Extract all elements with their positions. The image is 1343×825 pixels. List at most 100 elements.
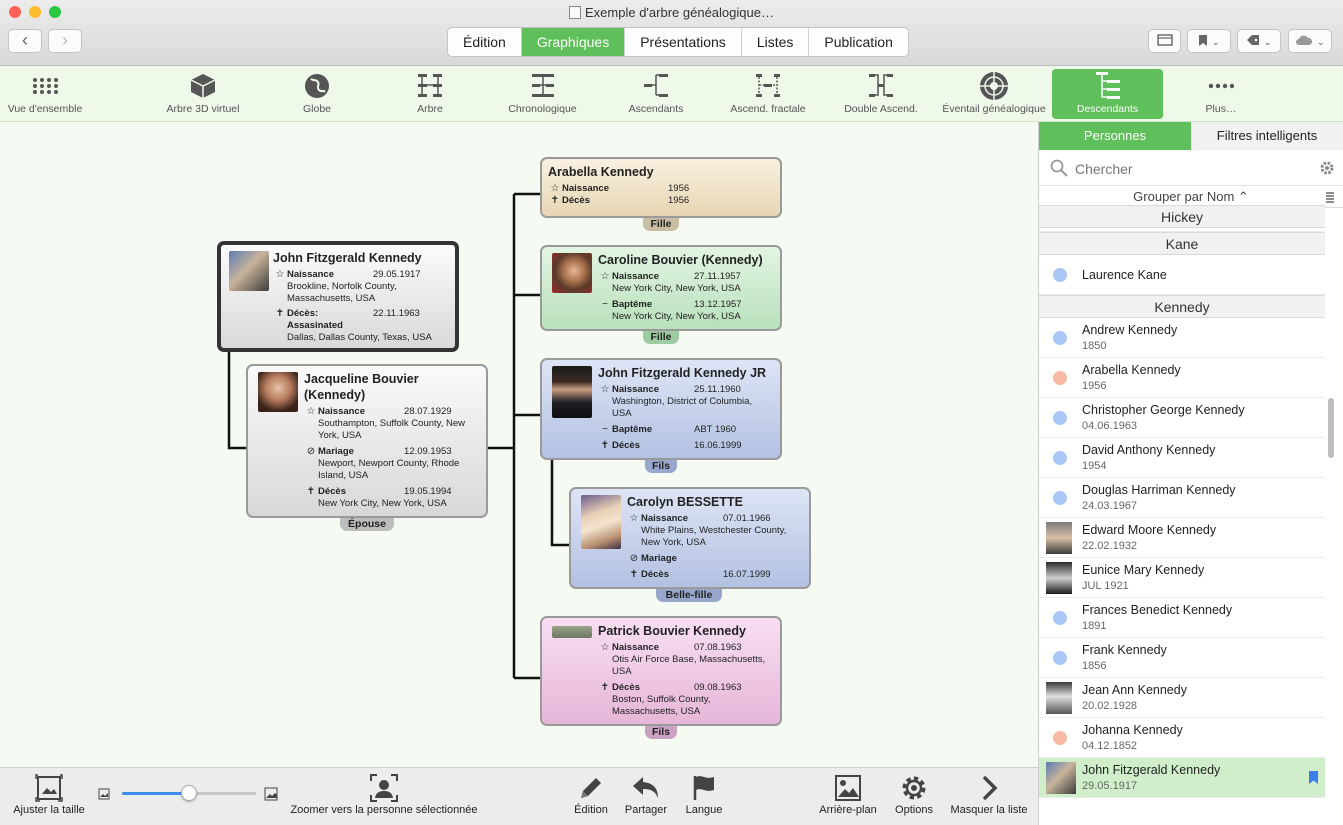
tab-presentations[interactable]: Présentations <box>625 28 742 56</box>
list-item[interactable]: Frances Benedict Kennedy 1891 <box>1039 598 1325 638</box>
gender-dot <box>1053 268 1067 282</box>
search-row <box>1039 150 1343 186</box>
person-list: 1790 Hickey Kane Laurence Kane Kennedy A… <box>1039 205 1325 798</box>
cloud-icon <box>1296 35 1313 45</box>
background-button[interactable]: Arrière-plan <box>816 772 880 816</box>
list-item-selected[interactable]: John Fitzgerald Kennedy 29.05.1917 <box>1039 758 1325 798</box>
chevron-right-icon: › <box>62 30 68 50</box>
descendants-icon <box>1095 72 1120 99</box>
bookmark-icon[interactable] <box>1308 770 1319 785</box>
more-icon <box>1208 83 1234 89</box>
list-item[interactable]: Andrew Kennedy 1850 <box>1039 318 1325 358</box>
tab-persons[interactable]: Personnes <box>1039 122 1191 150</box>
tool-double-ancestors[interactable]: Double Ascend. <box>836 69 926 119</box>
gender-dot <box>1053 651 1067 665</box>
person-focus-icon <box>370 774 398 802</box>
star-icon: ☆ <box>600 271 610 282</box>
cross-icon: ✝ <box>550 195 560 206</box>
list-item[interactable]: Edward Moore Kennedy 22.02.1932 <box>1039 518 1325 558</box>
person-card-patrick[interactable]: Patrick Bouvier Kennedy ☆ Naissance 07.08.… <box>540 616 782 726</box>
search-input[interactable] <box>1075 158 1305 180</box>
list-item[interactable]: Johanna Kennedy 04.12.1852 <box>1039 718 1325 758</box>
zoom-slider-knob[interactable] <box>181 785 197 801</box>
hide-list-button[interactable]: Masquer la liste <box>946 772 1032 816</box>
zoom-to-selected-button[interactable]: Zoomer vers la personne sélectionnée <box>290 772 478 816</box>
scrollbar-thumb[interactable] <box>1328 398 1334 458</box>
tag-icon <box>1247 35 1260 45</box>
window-titlebar: Exemple d'arbre généalogique… ‹ › Éditio… <box>0 0 1343 66</box>
tab-smart-filters[interactable]: Filtres intelligents <box>1191 122 1343 150</box>
star-icon: ☆ <box>275 269 285 280</box>
back-button[interactable]: ‹ <box>8 29 42 53</box>
list-item[interactable]: David Anthony Kennedy 1954 <box>1039 438 1325 478</box>
person-name: John Fitzgerald Kennedy JR <box>598 366 767 380</box>
person-card-arabella[interactable]: Arabella Kennedy ☆ Naissance 1956 ✝ Décès 19… <box>540 157 782 218</box>
star-icon: ☆ <box>600 642 610 653</box>
list-item[interactable]: Frank Kennedy 1856 <box>1039 638 1325 678</box>
chevron-down-icon: ⌄ <box>1212 37 1220 47</box>
list-item[interactable]: Laurence Kane <box>1039 255 1325 295</box>
main-tabs: Édition Graphiques Présentations Listes … <box>447 27 909 57</box>
grid-dots-icon <box>33 78 58 94</box>
tool-overview[interactable]: Vue d'ensemble <box>4 69 86 119</box>
person-card-jfk-jr[interactable]: John Fitzgerald Kennedy JR ☆ Naissance 25.… <box>540 358 782 460</box>
forward-button[interactable]: › <box>48 29 82 53</box>
share-button[interactable]: Partager <box>622 772 670 816</box>
person-card-jfk[interactable]: John Fitzgerald Kennedy ☆ Naissance 29.05.… <box>217 241 459 352</box>
fit-size-button[interactable]: Ajuster la taille <box>8 772 90 816</box>
labels-button[interactable]: ⌄ <box>1237 29 1281 53</box>
list-item[interactable]: Christopher George Kennedy 04.06.1963 <box>1039 398 1325 438</box>
cross-icon: ✝ <box>600 682 610 693</box>
tool-tree[interactable]: Arbre <box>405 69 455 119</box>
sidebar-tabs: Personnes Filtres intelligents <box>1039 122 1343 150</box>
tool-globe[interactable]: Globe <box>292 69 342 119</box>
list-item[interactable]: Eunice Mary Kennedy JUL 1921 <box>1039 558 1325 598</box>
tool-more[interactable]: Plus… <box>1196 69 1246 119</box>
double-ancestors-icon <box>869 74 893 97</box>
list-item[interactable]: Douglas Harriman Kennedy 24.03.1967 <box>1039 478 1325 518</box>
list-item[interactable]: Arabella Kennedy 1956 <box>1039 358 1325 398</box>
star-icon: ☆ <box>306 406 316 417</box>
cloud-button[interactable]: ⌄ <box>1288 29 1332 53</box>
tab-graphiques[interactable]: Graphiques <box>521 28 626 56</box>
person-card-carolyn[interactable]: Carolyn BESSETTE ☆ Naissance 07.01.1966 Wh… <box>569 487 811 589</box>
tool-descendants[interactable]: Descendants <box>1052 69 1163 119</box>
avatar <box>1046 762 1076 794</box>
ancestors-icon <box>644 74 668 97</box>
tool-timeline[interactable]: Chronologique <box>505 69 580 119</box>
descendants-chart-canvas[interactable]: John Fitzgerald Kennedy ☆ Naissance 29.05.… <box>0 122 1038 767</box>
zoom-slider[interactable] <box>122 785 256 801</box>
tool-ancestors[interactable]: Ascendants <box>622 69 690 119</box>
person-card-jacqueline[interactable]: Jacqueline Bouvier (Kennedy) ☆ Naissance 2… <box>246 364 488 518</box>
zoom-slider-fill <box>122 792 189 795</box>
relation-badge: Fils <box>645 726 677 739</box>
sidebar-toggle-button[interactable] <box>1148 29 1181 53</box>
search-icon <box>1050 159 1068 177</box>
chevron-left-icon: ‹ <box>22 30 28 50</box>
person-name: John Fitzgerald Kennedy <box>273 251 422 265</box>
gear-icon[interactable] <box>1319 160 1335 176</box>
rings-icon: ⊘ <box>629 553 639 564</box>
tool-fractal-ancestors[interactable]: Ascend. fractale <box>724 69 812 119</box>
options-button[interactable]: Options <box>892 772 936 816</box>
fan-icon <box>980 72 1008 100</box>
relation-badge: Fille <box>643 218 679 231</box>
large-image-icon <box>264 787 278 801</box>
fit-size-icon <box>35 774 63 802</box>
tool-fan-chart[interactable]: Éventail généalogique <box>940 69 1048 119</box>
language-button[interactable]: Langue <box>684 772 724 816</box>
tool-3d-tree[interactable]: Arbre 3D virtuel <box>158 69 248 119</box>
tab-publication[interactable]: Publication <box>809 28 908 56</box>
list-item[interactable]: Jean Ann Kennedy 20.02.1928 <box>1039 678 1325 718</box>
flag-icon <box>693 776 714 800</box>
edit-button[interactable]: Édition <box>570 772 612 816</box>
tab-edition[interactable]: Édition <box>448 28 522 56</box>
bookmarks-button[interactable]: ⌄ <box>1187 29 1231 53</box>
list-scrollbar[interactable] <box>1327 208 1335 825</box>
portrait-photo <box>581 495 621 549</box>
person-card-caroline[interactable]: Caroline Bouvier (Kennedy) ☆ Naissance 27.… <box>540 245 782 331</box>
sort-list-icon[interactable] <box>1325 191 1335 203</box>
tab-listes[interactable]: Listes <box>742 28 810 56</box>
chevron-down-icon: ⌄ <box>1264 37 1272 47</box>
persons-sidebar: Personnes Filtres intelligents Grouper p… <box>1038 122 1343 825</box>
